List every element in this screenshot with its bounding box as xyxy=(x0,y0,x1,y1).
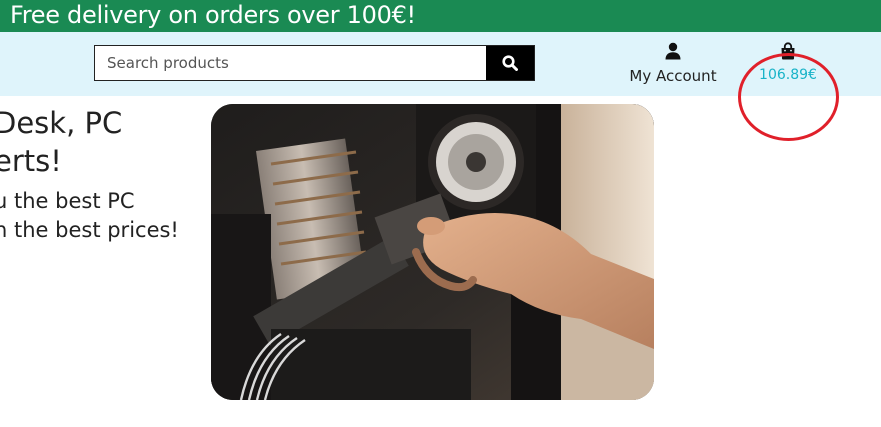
site-header: My Account 106.89€ xyxy=(0,32,881,141)
my-account-link[interactable]: My Account xyxy=(625,42,721,85)
shopping-bag-icon xyxy=(748,42,828,64)
hero-heading-line: erts! xyxy=(0,144,62,178)
hero-image xyxy=(211,104,654,400)
hero-text: u the best PC n the best prices! xyxy=(0,187,179,245)
promo-text: Free delivery on orders over 100€! xyxy=(10,1,416,29)
shopping-bag-link[interactable]: 106.89€ xyxy=(748,42,828,83)
my-account-label: My Account xyxy=(629,67,717,85)
search-input[interactable] xyxy=(95,46,487,80)
bag-total: 106.89€ xyxy=(759,67,817,83)
search-icon xyxy=(502,55,518,71)
user-icon xyxy=(625,42,721,64)
hero-heading-line: Desk, PC xyxy=(0,106,123,140)
hero-heading: Desk, PC erts! xyxy=(0,104,122,180)
promo-banner: Free delivery on orders over 100€! xyxy=(0,0,881,32)
hero-text-line: u the best PC xyxy=(0,189,135,213)
search-button[interactable] xyxy=(486,46,534,80)
hero-text-line: n the best prices! xyxy=(0,218,179,242)
search-bar xyxy=(94,45,535,81)
